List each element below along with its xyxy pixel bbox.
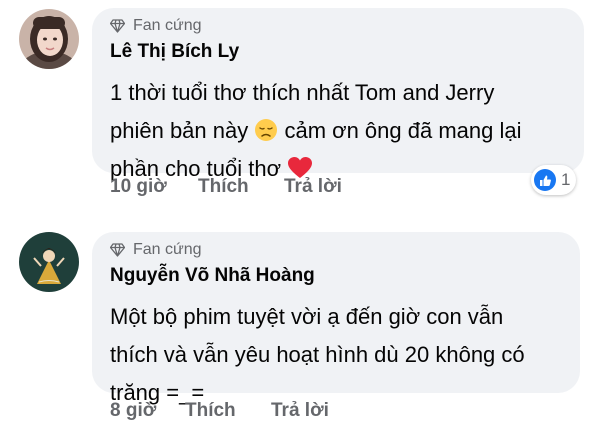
comment-text: Một bộ phim tuyệt vời ạ đến giờ con vẫn … [110,298,580,412]
comment-2: Fan cứng Nguyễn Võ Nhã Hoàng Một bộ phim… [0,220,600,438]
comment-text-line: 1 thời tuổi thơ thích nhất Tom and Jerry [110,80,495,105]
avatar[interactable] [19,9,79,69]
comment-text-line: phần cho tuổi thơ [110,150,580,188]
reply-button[interactable]: Trả lời [284,176,342,198]
comment-text-line: thích và vẫn yêu hoạt hình dù 20 không c… [110,342,525,367]
comment-text-line: Một bộ phim tuyệt vời ạ đến giờ con vẫn [110,304,504,329]
reaction-summary[interactable]: 1 [531,165,577,195]
badge-label: Fan cứng [133,17,202,34]
timestamp[interactable]: 8 giờ [110,400,156,422]
reaction-count: 1 [561,170,571,189]
comment-text-fragment: cảm ơn ông đã mang lại [284,118,522,143]
comment-text-fragment: phiên bản này [110,118,249,143]
diamond-icon [110,243,125,257]
top-fan-badge: Fan cứng [110,241,202,259]
like-button[interactable]: Thích [198,176,249,198]
disappointed-face-icon [255,119,278,141]
badge-label: Fan cứng [133,241,202,258]
diamond-icon [110,19,125,33]
comment-text: 1 thời tuổi thơ thích nhất Tom and Jerry… [110,74,580,188]
like-button[interactable]: Thích [185,400,236,422]
comment-text-line: phiên bản này cảm ơn ông đã mang lại [110,112,580,150]
avatar[interactable] [19,232,79,292]
commenter-name[interactable]: Lê Thị Bích Ly [110,41,239,63]
comment-text-line: trăng =_= [110,380,205,405]
commenter-name[interactable]: Nguyễn Võ Nhã Hoàng [110,265,315,287]
timestamp[interactable]: 10 giờ [110,176,167,198]
like-icon [534,169,556,191]
top-fan-badge: Fan cứng [110,17,202,35]
comment-1: Fan cứng Lê Thị Bích Ly 1 thời tuổi thơ … [0,0,600,210]
reply-button[interactable]: Trả lời [271,400,329,422]
comment-bubble: Fan cứng Lê Thị Bích Ly 1 thời tuổi thơ … [92,8,584,181]
comment-bubble: Fan cứng Nguyễn Võ Nhã Hoàng Một bộ phim… [92,232,580,405]
